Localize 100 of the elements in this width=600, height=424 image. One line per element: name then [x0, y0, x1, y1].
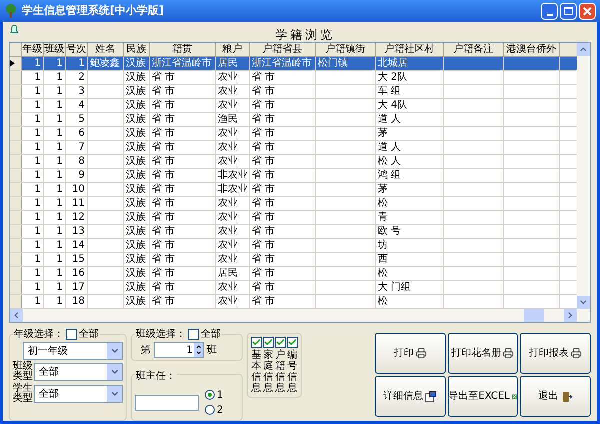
table-cell: 浙江省温岭市: [252, 57, 312, 70]
action-button[interactable]: 打印报表: [520, 333, 591, 374]
table-cell: 松: [378, 295, 388, 308]
checkbox[interactable]: [251, 337, 262, 348]
action-button[interactable]: 详细信息: [375, 376, 446, 417]
table-cell: 省 市: [152, 197, 176, 210]
scroll-thumb[interactable]: [524, 309, 544, 322]
printer-icon: [571, 348, 582, 359]
table-cell: 茅: [378, 183, 388, 196]
maximize-button[interactable]: [560, 2, 577, 20]
table-cell: 2: [78, 71, 85, 84]
column-header[interactable]: 户籍社区村: [376, 43, 444, 56]
table-cell: 松: [378, 197, 388, 210]
action-button[interactable]: 退出: [520, 376, 591, 417]
column-header[interactable]: 民族: [124, 43, 150, 56]
checkbox[interactable]: [263, 337, 274, 348]
table-cell: 1: [56, 57, 63, 70]
table-cell: 1: [56, 239, 63, 252]
minimize-button[interactable]: [541, 2, 558, 20]
table-cell: 9: [78, 169, 85, 182]
action-button[interactable]: 打印花名册: [448, 333, 518, 374]
column-header[interactable]: 籍贯: [150, 43, 216, 56]
table-cell: 1: [56, 113, 63, 126]
action-button[interactable]: 导出至EXCEL: [448, 376, 518, 417]
action-button[interactable]: 打印: [375, 333, 446, 374]
table-cell: 12: [72, 211, 85, 224]
grade-dropdown[interactable]: 初一年级: [23, 342, 123, 360]
table-cell: 1: [34, 99, 41, 112]
table-cell: 农业: [218, 225, 238, 238]
table-cell: 15: [72, 253, 85, 266]
table-cell: 农业: [218, 141, 238, 154]
group-label: 年级选择：: [14, 328, 64, 342]
table-cell: 欧 号: [378, 225, 402, 238]
table-cell: 省 市: [252, 127, 276, 140]
bell-icon[interactable]: [9, 24, 20, 35]
column-header[interactable]: 号次: [66, 43, 88, 56]
table-cell: 车 组: [378, 85, 402, 98]
column-header[interactable]: 户籍省县: [250, 43, 316, 56]
all-checkbox[interactable]: [66, 329, 77, 340]
table-cell: 省 市: [252, 295, 276, 308]
teacher-input-field[interactable]: [135, 394, 199, 410]
table-cell: 汉族: [126, 267, 146, 280]
student-type-dropdown[interactable]: 全部: [34, 385, 123, 403]
table-cell: 青: [378, 211, 388, 224]
class-spinner[interactable]: 1: [154, 342, 204, 358]
table-cell: 省 市: [152, 183, 176, 196]
column-header[interactable]: 姓名: [88, 43, 124, 56]
table-cell: 茅: [378, 127, 388, 140]
spinner-arrows-icon: [194, 343, 203, 357]
scroll-down-icon[interactable]: [577, 296, 590, 309]
table-cell: 农业: [218, 71, 238, 84]
radio-button[interactable]: [205, 405, 215, 415]
window-title: 学生信息管理系统[中小学版]: [22, 2, 166, 19]
column-header[interactable]: 班级: [44, 43, 66, 56]
table-cell: 1: [34, 197, 41, 210]
table-cell: 居民: [218, 267, 238, 280]
column-header[interactable]: 户籍镇街: [316, 43, 376, 56]
checkbox[interactable]: [287, 337, 298, 348]
table-cell: 3: [78, 85, 85, 98]
table-cell: 省 市: [252, 155, 276, 168]
checkbox-label: 基本信息: [252, 350, 262, 394]
radio-button[interactable]: [205, 390, 215, 400]
table-cell: 1: [56, 295, 63, 308]
table-cell: 5: [78, 113, 85, 126]
group-label: 班主任：: [136, 371, 176, 382]
column-header[interactable]: 户籍备注: [444, 43, 504, 56]
scroll-right-icon[interactable]: [564, 309, 577, 322]
scroll-left-icon[interactable]: [10, 309, 23, 322]
table-cell: 8: [78, 155, 85, 168]
table-cell: 省 市: [252, 267, 276, 280]
checkbox-label: 全部: [201, 328, 221, 342]
table-cell: 1: [78, 57, 85, 70]
table-cell: 省 市: [152, 141, 176, 154]
table-cell: 渔民: [218, 113, 238, 126]
table-cell: 坊: [378, 239, 388, 252]
class-type-dropdown[interactable]: 全部: [34, 363, 123, 381]
checkbox[interactable]: [275, 337, 286, 348]
vertical-scrollbar[interactable]: [577, 43, 590, 309]
column-header[interactable]: 年级: [22, 43, 44, 56]
table-cell: 农业: [218, 127, 238, 140]
table-cell: 汉族: [126, 71, 146, 84]
table-cell: 农业: [218, 281, 238, 294]
table-cell: 省 市: [152, 71, 176, 84]
table-cell: 1: [56, 225, 63, 238]
table-cell: 1: [56, 127, 63, 140]
table-cell: 11: [72, 197, 85, 210]
column-header[interactable]: 粮户: [216, 43, 250, 56]
printer-icon: [416, 348, 427, 359]
table-cell: 省 市: [152, 113, 176, 126]
table-cell: 松 人: [378, 155, 402, 168]
table-cell: 1: [56, 197, 63, 210]
scroll-up-icon[interactable]: [577, 43, 590, 56]
table-cell: 省 市: [152, 169, 176, 182]
column-header[interactable]: 港澳台侨外: [504, 43, 560, 56]
table-cell: 1: [56, 141, 63, 154]
close-button[interactable]: [579, 2, 596, 20]
table-cell: 汉族: [126, 281, 146, 294]
all-checkbox[interactable]: [188, 329, 199, 340]
table-cell: 1: [56, 85, 63, 98]
radio-label: 2: [217, 404, 224, 418]
